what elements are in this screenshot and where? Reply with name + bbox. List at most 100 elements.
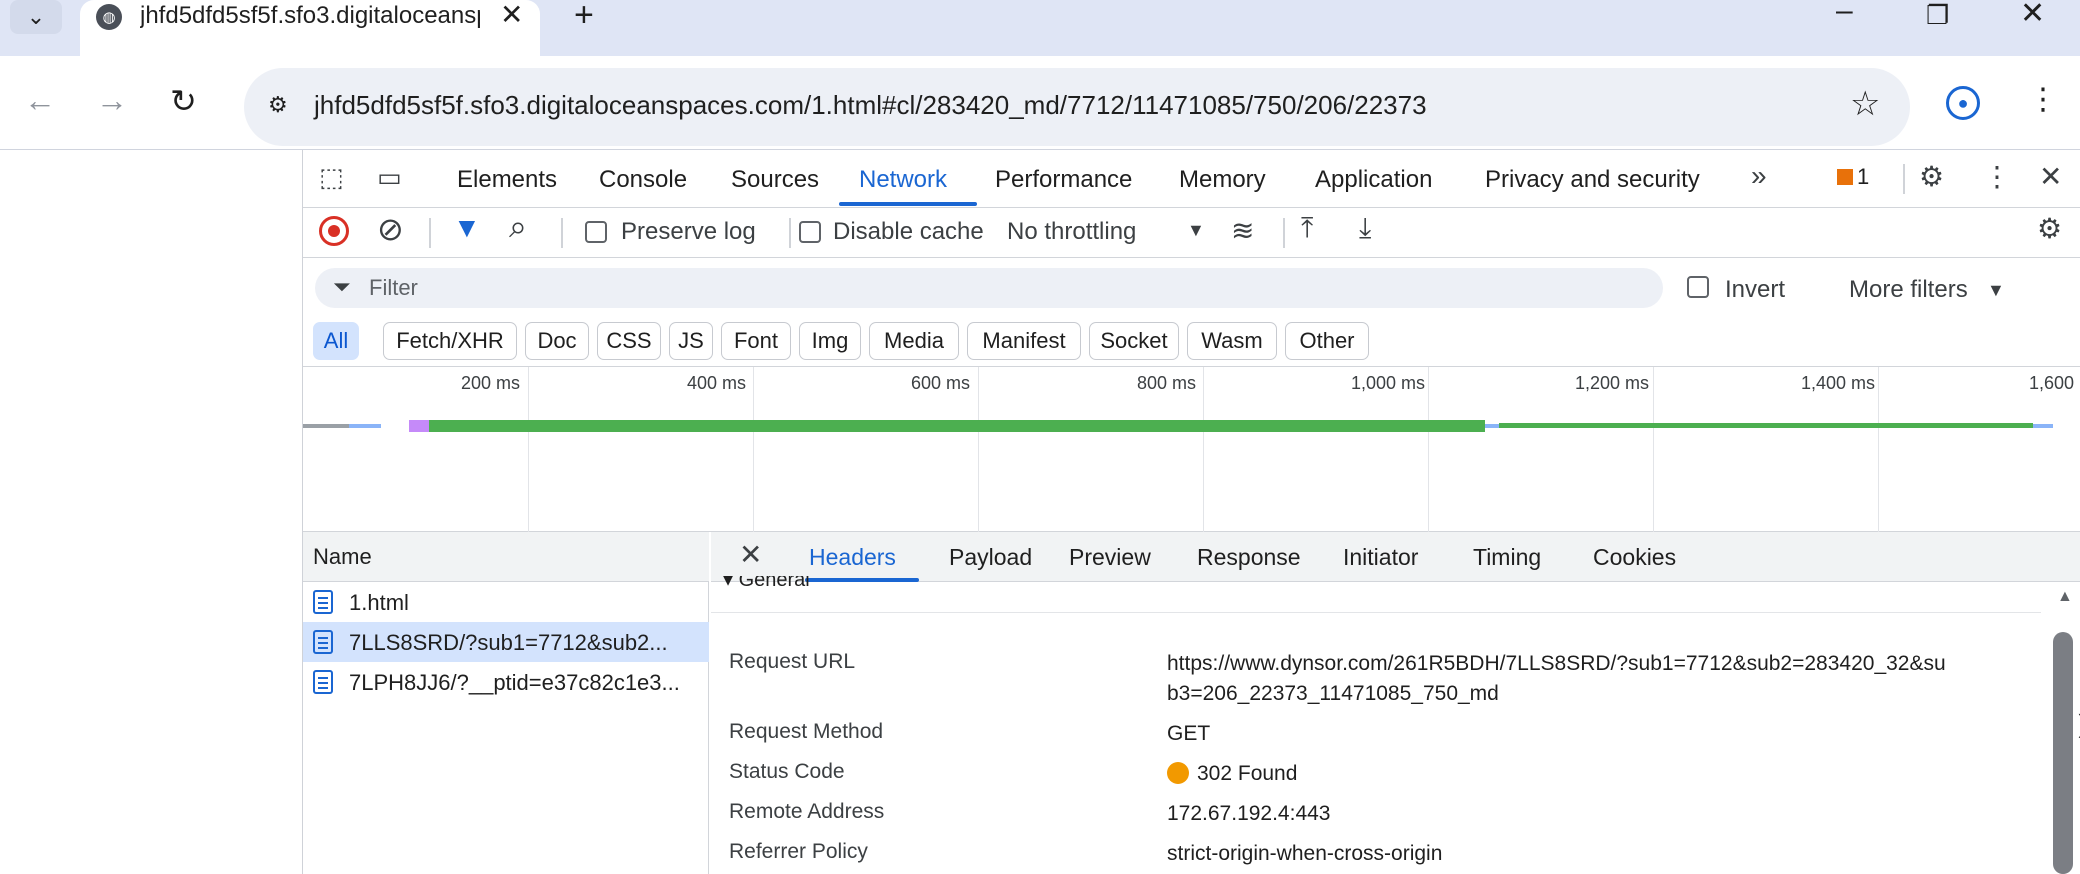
disable-cache-checkbox[interactable] [799, 221, 821, 243]
tab-cookies[interactable]: Cookies [1593, 544, 1676, 571]
browser-menu-icon[interactable]: ⋮ [2028, 82, 2058, 117]
chip-font[interactable]: Font [721, 322, 791, 360]
remote-address-value: 172.67.192.4:443 [1167, 802, 1331, 825]
timeline-tick: 1,600 [2029, 373, 2075, 393]
referrer-policy-value: strict-origin-when-cross-origin [1167, 842, 1443, 865]
issues-count: 1 [1857, 164, 1870, 189]
filter-input[interactable]: ⏷ Filter [315, 268, 1663, 308]
document-icon [313, 630, 333, 654]
tab-privacy-and-security[interactable]: Privacy and security [1485, 166, 1700, 194]
chip-fetch-xhr[interactable]: Fetch/XHR [383, 322, 517, 360]
timeline-gridline [978, 367, 979, 533]
chip-css[interactable]: CSS [597, 322, 661, 360]
invert-checkbox[interactable] [1687, 276, 1709, 298]
tab-application[interactable]: Application [1315, 166, 1432, 194]
chip-wasm[interactable]: Wasm [1187, 322, 1277, 360]
timeline-gridline [1653, 367, 1654, 533]
divider [1903, 164, 1905, 194]
network-timeline-overview[interactable]: 200 ms 400 ms 600 ms 800 ms 1,000 ms 1,2… [303, 366, 2080, 533]
chip-all[interactable]: All [313, 322, 359, 360]
scroll-up-arrow-icon[interactable]: ▲ [2057, 588, 2073, 606]
reload-button[interactable]: ↻ [170, 82, 197, 120]
close-tab-icon[interactable]: ✕ [500, 0, 523, 31]
settings-gear-icon[interactable]: ⚙ [1919, 160, 1944, 193]
tab-sources[interactable]: Sources [731, 166, 819, 194]
name-column-header[interactable]: Name [303, 532, 709, 582]
search-icon[interactable]: ⌕ [509, 208, 527, 246]
devtools-menu-icon[interactable]: ⋮ [1983, 160, 2011, 193]
request-row[interactable]: 1.html [303, 582, 709, 622]
timeline-bar [1485, 424, 1499, 428]
network-conditions-icon[interactable]: ≋ [1231, 214, 1254, 247]
bookmark-star-icon[interactable]: ☆ [1850, 84, 1880, 124]
timeline-gridline [1203, 367, 1204, 533]
request-name: 7LPH8JJ6/?__ptid=e37c82c1e3... [349, 670, 680, 695]
filter-icon: ⏷ [333, 274, 351, 299]
timeline-tick: 600 ms [911, 373, 971, 393]
forward-button[interactable]: → [96, 82, 128, 119]
invert-label: Invert [1725, 276, 1786, 303]
profile-avatar-icon[interactable]: ● [1946, 86, 1980, 120]
document-icon [313, 590, 333, 614]
tab-console[interactable]: Console [599, 166, 687, 194]
timeline-gridline [528, 367, 529, 533]
tab-performance[interactable]: Performance [995, 166, 1132, 194]
tab-timing[interactable]: Timing [1473, 544, 1541, 571]
chip-doc[interactable]: Doc [525, 322, 589, 360]
back-button[interactable]: ← [24, 82, 56, 119]
preserve-log-checkbox[interactable] [585, 221, 607, 243]
network-settings-icon[interactable]: ⚙ [2037, 212, 2062, 245]
restore-icon[interactable]: ❐ [1926, 0, 1949, 31]
general-section-toggle[interactable]: ▾ General [723, 576, 810, 592]
chip-img[interactable]: Img [799, 322, 861, 360]
name-header-label: Name [313, 544, 372, 569]
chip-manifest[interactable]: Manifest [967, 322, 1081, 360]
close-detail-icon[interactable]: ✕ [739, 538, 762, 571]
export-har-icon[interactable]: ⤓ [1359, 212, 1371, 245]
site-info-icon[interactable]: ⚙ [268, 92, 298, 122]
more-tabs-icon[interactable]: » [1751, 160, 1767, 192]
record-button-icon[interactable] [319, 216, 349, 246]
tab-memory[interactable]: Memory [1179, 166, 1266, 194]
close-devtools-icon[interactable]: ✕ [2039, 160, 2062, 193]
tab-preview[interactable]: Preview [1069, 544, 1151, 571]
tab-response[interactable]: Response [1197, 544, 1301, 571]
tab-network[interactable]: Network [859, 166, 947, 194]
filter-funnel-icon[interactable]: ▼ [453, 212, 481, 244]
vertical-scrollbar[interactable] [2053, 632, 2073, 874]
request-name: 1.html [349, 590, 409, 615]
browser-toolbar: ← → ↻ ⚙ jhfd5dfd5sf5f.sfo3.digitaloceans… [0, 56, 2080, 150]
chip-other[interactable]: Other [1285, 322, 1369, 360]
tab-payload[interactable]: Payload [949, 544, 1032, 571]
timeline-bar [1499, 423, 2033, 428]
device-toolbar-icon[interactable]: ▭ [377, 162, 402, 193]
inspect-element-icon[interactable]: ⬚ [319, 162, 344, 193]
issues-badge[interactable]: 1 [1837, 164, 1869, 190]
tab-search-button[interactable]: ⌄ [10, 0, 62, 34]
request-row[interactable]: 7LLS8SRD/?sub1=7712&sub2... [303, 622, 709, 662]
tab-initiator[interactable]: Initiator [1343, 544, 1418, 571]
browser-tab[interactable]: ◍ jhfd5dfd5sf5f.sfo3.digitaloceanspaces.… [80, 0, 540, 56]
tab-headers[interactable]: Headers [809, 544, 896, 571]
chevron-down-icon: ⌄ [26, 4, 46, 29]
chip-socket[interactable]: Socket [1089, 322, 1179, 360]
request-row[interactable]: 7LPH8JJ6/?__ptid=e37c82c1e3... [303, 662, 709, 702]
chip-js[interactable]: JS [669, 322, 713, 360]
more-filters-dropdown[interactable]: More filters [1849, 276, 1968, 304]
import-har-icon[interactable]: ⤒ [1301, 212, 1313, 245]
timeline-tick: 1,400 ms [1801, 373, 1876, 393]
timeline-bar [409, 420, 429, 432]
clear-log-icon[interactable]: ⊘ [377, 210, 404, 248]
timeline-tick: 1,200 ms [1575, 373, 1650, 393]
minimize-icon[interactable]: – [1836, 0, 1853, 28]
throttling-select[interactable]: No throttling [1007, 218, 1136, 246]
address-bar[interactable]: ⚙ jhfd5dfd5sf5f.sfo3.digitaloceanspaces.… [244, 68, 1910, 146]
tab-elements[interactable]: Elements [457, 166, 557, 194]
timeline-gridline [753, 367, 754, 533]
window-close-icon[interactable]: ✕ [2020, 0, 2045, 31]
filter-placeholder: Filter [369, 275, 418, 300]
request-url-value-cont: b3=206_22373_11471085_750_md [1167, 682, 1499, 705]
new-tab-button[interactable]: + [574, 0, 594, 35]
chip-media[interactable]: Media [869, 322, 959, 360]
timeline-gridline [1428, 367, 1429, 533]
